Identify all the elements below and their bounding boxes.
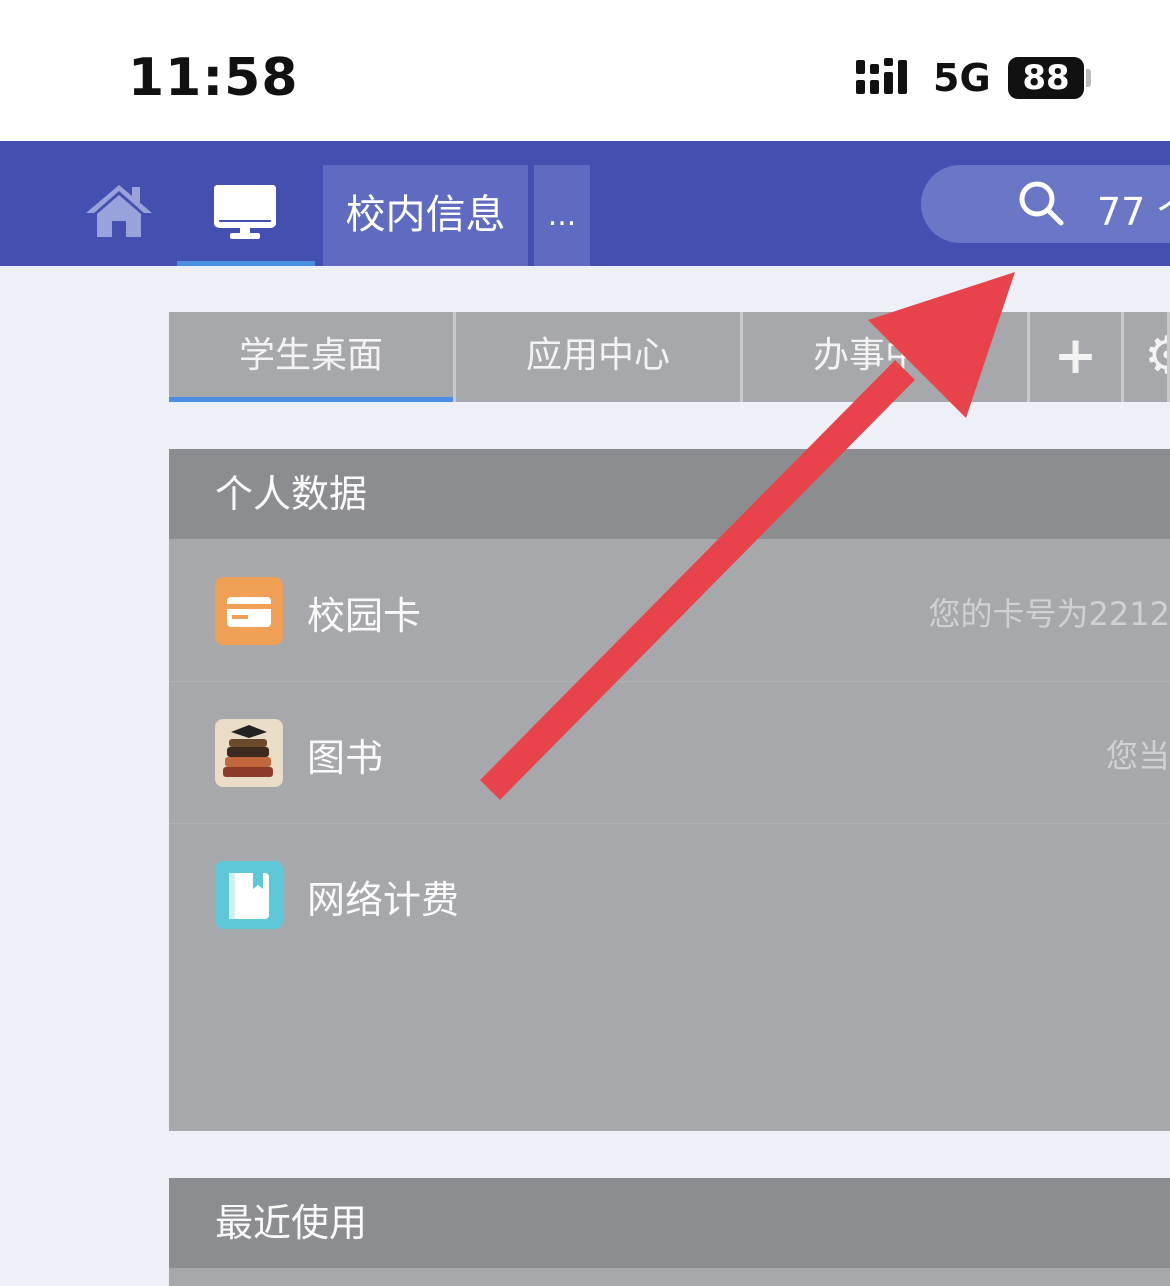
battery-tip: [1086, 69, 1091, 87]
settings-button[interactable]: ⚙: [1124, 312, 1170, 402]
monitor-icon: [214, 185, 276, 239]
tab-student-desk[interactable]: 学生桌面: [169, 312, 456, 402]
desk-tabs: 学生桌面 应用中心 办事中心 + ⚙: [169, 312, 1170, 402]
gear-icon: ⚙: [1144, 326, 1167, 386]
search-box[interactable]: 77 个: [921, 165, 1170, 243]
recent-card: 最近使用: [169, 1178, 1170, 1286]
main-content: 学生桌面 应用中心 办事中心 + ⚙ 个人数据 校园卡 您的卡号为2212: [0, 266, 1170, 1286]
personal-data-card: 个人数据 校园卡 您的卡号为2212 图书 您当 网络计费: [169, 449, 1170, 1131]
list-item[interactable]: 校园卡 您的卡号为2212: [169, 539, 1170, 682]
search-icon: [1019, 181, 1064, 226]
row-label: 网络计费: [307, 878, 460, 922]
list-item[interactable]: 网络计费: [169, 823, 1170, 965]
row-detail: 您的卡号为2212: [928, 595, 1170, 633]
battery-level: 88: [1022, 58, 1070, 98]
tab-label: 应用中心: [525, 335, 670, 376]
top-nav: 校内信息 ... 77 个: [0, 141, 1170, 266]
row-label: 图书: [307, 736, 384, 780]
network-type: 5G: [933, 56, 991, 100]
tab-campus-info[interactable]: 校内信息: [323, 165, 528, 266]
books-icon: [215, 719, 283, 787]
desktop-tab[interactable]: [177, 141, 315, 266]
add-tab-button[interactable]: +: [1030, 312, 1124, 402]
battery-icon: 88: [1008, 57, 1084, 99]
status-time: 11:58: [128, 48, 299, 108]
search-placeholder: 77 个: [1097, 190, 1170, 234]
tab-service-center[interactable]: 办事中心: [743, 312, 1030, 402]
card-icon: [215, 577, 283, 645]
tab-label: 学生桌面: [238, 335, 383, 376]
card-title: 最近使用: [169, 1178, 1170, 1268]
home-icon[interactable]: [84, 181, 154, 241]
status-bar: 11:58 5G 88: [0, 0, 1170, 141]
tab-label: 办事中心: [812, 335, 957, 376]
tab-app-center[interactable]: 应用中心: [456, 312, 743, 402]
row-label: 校园卡: [307, 594, 422, 638]
row-detail: 您当: [1105, 737, 1170, 775]
signal-icon: [856, 58, 907, 94]
card-title: 个人数据: [169, 449, 1170, 539]
book-icon: [215, 861, 283, 929]
active-tab-indicator: [169, 397, 453, 402]
list-item[interactable]: 图书 您当: [169, 681, 1170, 824]
tab-more[interactable]: ...: [534, 165, 590, 266]
plus-icon: +: [1053, 326, 1098, 386]
